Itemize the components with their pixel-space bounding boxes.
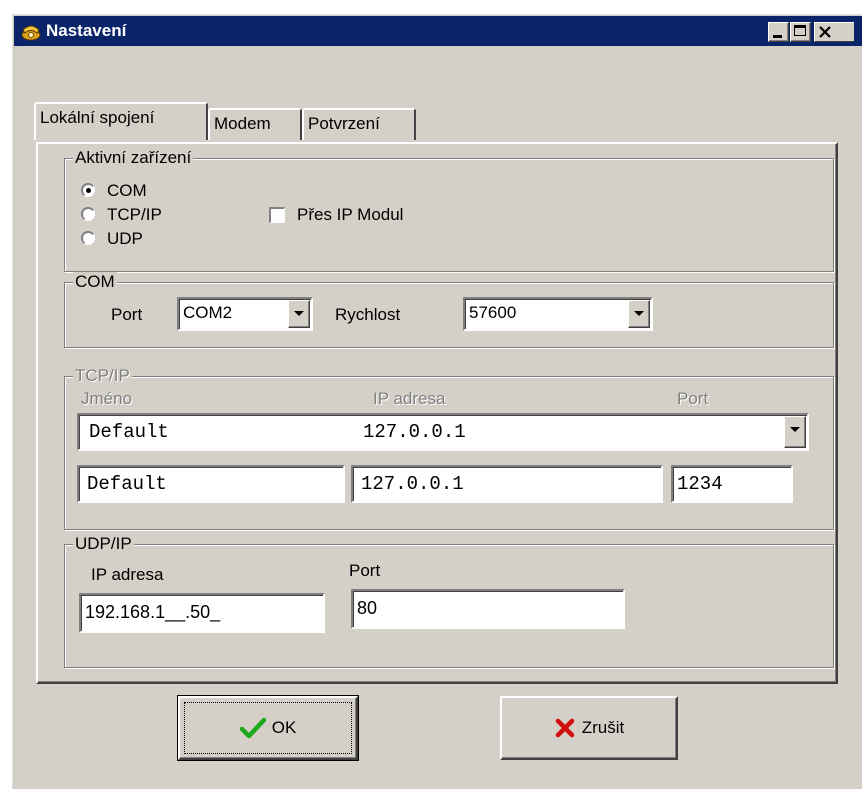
preset-name: Default (89, 421, 169, 443)
close-icon (819, 26, 831, 38)
checkbox-label: Přes IP Modul (297, 205, 404, 224)
radio-label: COM (107, 181, 147, 200)
group-legend: COM (73, 272, 117, 292)
port-header: Port (677, 389, 709, 408)
udp-ip-input[interactable]: 192.168.1__.50_ (79, 593, 325, 633)
group-legend: TCP/IP (73, 366, 132, 386)
minimize-icon (773, 35, 782, 38)
com-speed-select[interactable]: 57600 (463, 297, 653, 331)
tab-confirmation[interactable]: Potvrzení (302, 108, 416, 140)
chevron-down-icon[interactable] (628, 300, 650, 328)
close-button[interactable] (814, 22, 854, 42)
radio-label: TCP/IP (107, 205, 162, 224)
radio-circle (81, 231, 95, 245)
chevron-down-icon[interactable] (784, 416, 806, 448)
chevron-down-icon[interactable] (288, 300, 310, 328)
udp-ip-label: IP adresa (91, 565, 164, 584)
ip-value: 127.0.0.1 (361, 473, 464, 495)
radio-tcpip[interactable]: TCP/IP (81, 205, 201, 225)
maximize-button[interactable] (790, 22, 811, 42)
port-value: 1234 (677, 473, 723, 495)
udp-port-value: 80 (357, 598, 378, 618)
tcpip-preset-select[interactable]: Default 127.0.0.1 (77, 413, 809, 451)
radio-com[interactable]: COM (81, 181, 201, 201)
port-label: Port (111, 305, 143, 324)
cancel-label: Zrušit (581, 718, 625, 737)
title-bar[interactable]: Nastavení (14, 16, 862, 46)
active-device-group: Aktivní zařízení COM TCP/IP UDP Přes IP … (64, 148, 834, 272)
com-port-select[interactable]: COM2 (177, 297, 313, 331)
tab-label: Modem (214, 114, 271, 133)
x-icon (555, 718, 574, 738)
udp-port-input[interactable]: 80 (351, 589, 625, 629)
maximize-icon (794, 25, 806, 36)
tab-modem[interactable]: Modem (208, 108, 302, 140)
tcpip-name-input[interactable]: Default (77, 465, 345, 503)
udp-port-label: Port (349, 561, 381, 580)
udpip-group: UDP/IP IP adresa Port 192.168.1__.50_ 80 (64, 534, 834, 668)
radio-label: UDP (107, 229, 143, 248)
radio-circle (81, 183, 95, 197)
com-port-value: COM2 (183, 303, 233, 322)
ok-label: OK (271, 718, 297, 737)
window-title: Nastavení (46, 21, 127, 40)
group-legend: UDP/IP (73, 534, 134, 554)
tab-panel-local-connection: Aktivní zařízení COM TCP/IP UDP Přes IP … (36, 142, 838, 684)
radio-udp[interactable]: UDP (81, 229, 201, 249)
group-legend: Aktivní zařízení (73, 148, 194, 168)
checkmark-icon (239, 717, 266, 739)
tcpip-group: TCP/IP Jméno IP adresa Port Default 127.… (64, 366, 834, 530)
name-value: Default (87, 473, 167, 495)
phone-icon (21, 25, 41, 41)
minimize-button[interactable] (768, 22, 789, 42)
com-speed-value: 57600 (469, 303, 517, 322)
checkbox-box (269, 207, 285, 223)
tab-label: Potvrzení (308, 114, 380, 133)
com-group: COM Port COM2 Rychlost 57600 (64, 272, 834, 348)
name-header: Jméno (81, 389, 133, 408)
speed-label: Rychlost (335, 305, 401, 324)
radio-circle (81, 207, 95, 221)
udp-ip-value: 192.168.1__.50_ (85, 602, 221, 622)
ok-button[interactable]: OK (177, 695, 359, 761)
tcpip-port-input[interactable]: 1234 (671, 465, 793, 503)
preset-ip: 127.0.0.1 (363, 421, 466, 443)
tcpip-ip-input[interactable]: 127.0.0.1 (351, 465, 663, 503)
tab-local-connection[interactable]: Lokální spojení (34, 102, 208, 140)
ip-module-checkbox[interactable]: Přes IP Modul (269, 205, 469, 225)
ip-header: IP adresa (373, 389, 446, 408)
tab-label: Lokální spojení (40, 108, 155, 127)
cancel-button[interactable]: Zrušit (500, 696, 678, 760)
settings-window: Nastavení Lokální spojení Modem Potvrzen… (10, 12, 862, 789)
